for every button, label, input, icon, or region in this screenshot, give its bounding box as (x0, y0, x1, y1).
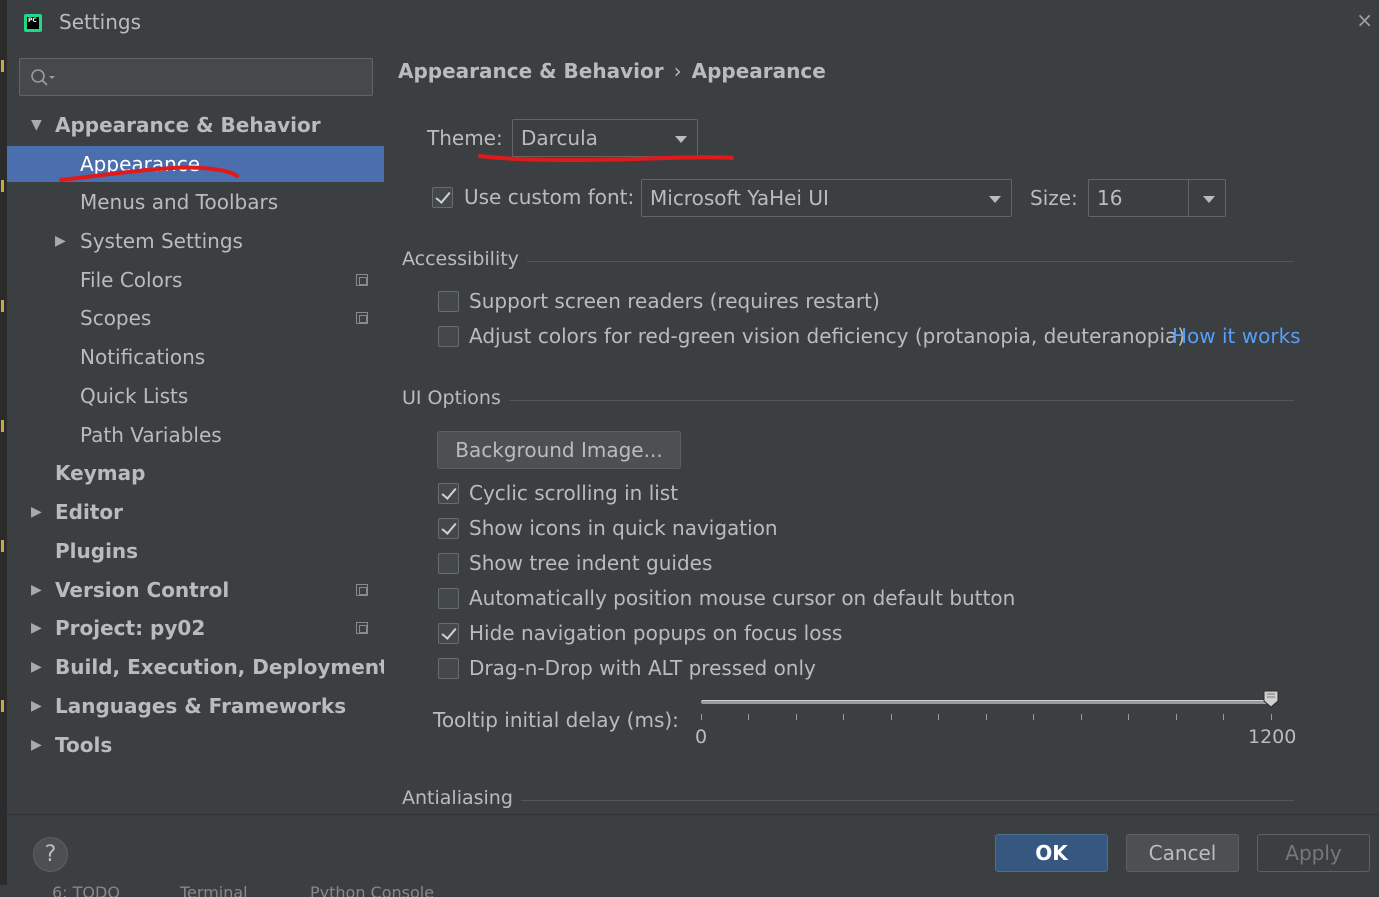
theme-dropdown[interactable]: Darcula (512, 119, 698, 157)
sidebar-item-plugins[interactable]: Plugins (7, 533, 384, 569)
search-icon (31, 69, 55, 86)
red-green-label: Adjust colors for red-green vision defic… (469, 324, 1186, 348)
ide-bottom-toolbar: 6: TODO Terminal Python Console (0, 885, 1379, 897)
theme-value: Darcula (521, 126, 598, 150)
sidebar-item-build-execution[interactable]: ▶ Build, Execution, Deployment (7, 649, 389, 685)
sidebar-item-appearance-behavior[interactable]: ▼ Appearance & Behavior (7, 107, 384, 143)
settings-sidebar: ▼ Appearance & Behavior Appearance Menus… (7, 46, 389, 814)
todo-tab[interactable]: 6: TODO (52, 885, 120, 897)
auto-position-cursor-label: Automatically position mouse cursor on d… (469, 586, 1016, 610)
window-title: Settings (59, 10, 142, 34)
theme-label: Theme: (427, 126, 503, 150)
python-console-tab[interactable]: Python Console (310, 885, 434, 897)
sidebar-item-languages-frameworks[interactable]: ▶ Languages & Frameworks (7, 688, 384, 724)
screen-readers-label: Support screen readers (requires restart… (469, 289, 880, 313)
use-custom-font-checkbox[interactable] (432, 187, 453, 208)
auto-position-cursor-checkbox[interactable] (438, 588, 459, 609)
left-edge-strip (0, 0, 7, 897)
search-input[interactable] (19, 58, 373, 96)
collapsed-arrow-icon: ▶ (31, 504, 42, 520)
project-config-icon (356, 274, 368, 286)
tree-indent-guides-label: Show tree indent guides (469, 551, 713, 575)
collapsed-arrow-icon: ▶ (31, 737, 42, 753)
chevron-down-icon (989, 196, 1001, 203)
project-config-icon (356, 584, 368, 596)
sidebar-item-editor[interactable]: ▶ Editor (7, 494, 384, 530)
tree-indent-guides-checkbox[interactable] (438, 553, 459, 574)
project-config-icon (356, 622, 368, 634)
show-icons-label: Show icons in quick navigation (469, 516, 778, 540)
sidebar-item-project[interactable]: ▶ Project: py02 (7, 610, 384, 646)
red-green-checkbox[interactable] (438, 326, 459, 347)
sidebar-item-path-variables[interactable]: Path Variables (7, 417, 384, 453)
screen-readers-checkbox[interactable] (438, 291, 459, 312)
breadcrumb-current: Appearance (691, 59, 826, 83)
cyclic-scrolling-checkbox[interactable] (438, 483, 459, 504)
apply-button[interactable]: Apply (1257, 834, 1370, 872)
close-button[interactable]: × (1356, 8, 1373, 32)
expanded-arrow-icon: ▼ (31, 117, 42, 133)
drag-n-drop-alt-label: Drag-n-Drop with ALT pressed only (469, 656, 816, 680)
settings-content: Appearance & Behavior › Appearance Theme: … (384, 46, 1379, 814)
pycharm-icon: PC (24, 14, 42, 32)
chevron-down-icon (675, 136, 687, 143)
collapsed-arrow-icon: ▶ (55, 233, 66, 249)
sidebar-item-tools[interactable]: ▶ Tools (7, 727, 384, 763)
collapsed-arrow-icon: ▶ (31, 659, 42, 675)
sidebar-item-appearance[interactable]: Appearance (7, 146, 384, 182)
section-divider (402, 261, 1294, 262)
sidebar-item-version-control[interactable]: ▶ Version Control (7, 572, 384, 608)
section-title: Antialiasing (402, 787, 521, 809)
use-custom-font-label: Use custom font: (464, 185, 635, 209)
title-bar: PC Settings × (7, 0, 1379, 46)
sidebar-item-quick-lists[interactable]: Quick Lists (7, 378, 384, 414)
slider-max-label: 1200 (1248, 726, 1297, 748)
accessibility-section: Accessibility (402, 248, 1294, 272)
drag-n-drop-alt-checkbox[interactable] (438, 658, 459, 679)
collapsed-arrow-icon: ▶ (31, 582, 42, 598)
ok-button[interactable]: OK (995, 834, 1108, 872)
font-size-combo[interactable]: 16 (1088, 179, 1226, 217)
show-icons-checkbox[interactable] (438, 518, 459, 539)
sidebar-item-keymap[interactable]: Keymap (7, 455, 384, 491)
project-config-icon (356, 312, 368, 324)
font-value: Microsoft YaHei UI (650, 186, 829, 210)
section-divider (402, 400, 1294, 401)
cancel-button[interactable]: Cancel (1126, 834, 1239, 872)
section-divider (402, 800, 1294, 801)
ui-options-section: UI Options (402, 387, 1294, 411)
hide-navigation-popups-checkbox[interactable] (438, 623, 459, 644)
tooltip-delay-slider[interactable] (701, 700, 1271, 704)
cyclic-scrolling-label: Cyclic scrolling in list (469, 481, 679, 505)
terminal-tab[interactable]: Terminal (180, 885, 248, 897)
font-size-value: 16 (1097, 186, 1123, 210)
tooltip-delay-label: Tooltip initial delay (ms): (433, 708, 679, 732)
sidebar-item-notifications[interactable]: Notifications (7, 339, 384, 375)
collapsed-arrow-icon: ▶ (31, 698, 42, 714)
breadcrumb: Appearance & Behavior › Appearance (398, 59, 826, 83)
breadcrumb-separator: › (673, 59, 682, 83)
sidebar-item-system-settings[interactable]: ▶ System Settings (7, 223, 384, 259)
sidebar-item-scopes[interactable]: Scopes (7, 300, 384, 336)
sidebar-item-menus-toolbars[interactable]: Menus and Toolbars (7, 184, 384, 220)
combo-divider (1188, 180, 1189, 216)
sidebar-item-file-colors[interactable]: File Colors (7, 262, 384, 298)
size-label: Size: (1030, 186, 1078, 210)
help-button[interactable]: ? (33, 837, 68, 872)
how-it-works-link[interactable]: How it works (1172, 324, 1301, 348)
section-title: Accessibility (402, 248, 527, 270)
chevron-down-icon (1203, 196, 1215, 203)
slider-min-label: 0 (695, 726, 708, 748)
slider-ticks (701, 714, 1274, 722)
slider-thumb[interactable] (1263, 690, 1279, 708)
background-image-button[interactable]: Background Image... (437, 431, 681, 469)
hide-navigation-popups-label: Hide navigation popups on focus loss (469, 621, 843, 645)
collapsed-arrow-icon: ▶ (31, 620, 42, 636)
breadcrumb-parent[interactable]: Appearance & Behavior (398, 59, 664, 83)
section-title: UI Options (402, 387, 509, 409)
settings-dialog: PC Settings × ▼ Appearance & Behavior Ap… (7, 0, 1379, 885)
font-dropdown[interactable]: Microsoft YaHei UI (641, 179, 1012, 217)
antialiasing-section: Antialiasing (402, 787, 1294, 811)
dialog-footer: ? OK Cancel Apply (7, 814, 1379, 885)
